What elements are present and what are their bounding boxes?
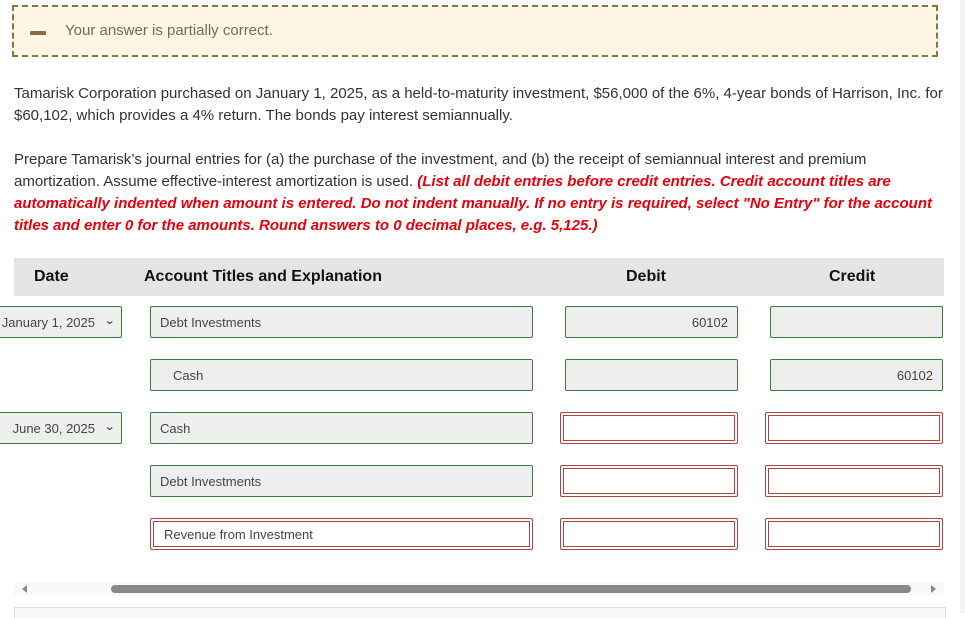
credit-field-row-4[interactable]: [765, 465, 943, 497]
account-field-row-2[interactable]: Cash: [150, 359, 533, 391]
date-value: January 1, 2025: [1, 315, 95, 330]
journal-table-header: Date Account Titles and Explanation Debi…: [14, 258, 944, 296]
credit-field-row-1[interactable]: [770, 306, 943, 338]
account-field-row-3[interactable]: Cash: [150, 412, 533, 444]
debit-field-row-2[interactable]: [565, 359, 738, 391]
chevron-down-icon: ⌄: [103, 421, 116, 433]
debit-field-row-5[interactable]: [560, 518, 738, 550]
credit-field-row-3[interactable]: [765, 412, 943, 444]
account-field-row-4[interactable]: Debt Investments: [150, 465, 533, 497]
page-right-gutter: [960, 0, 965, 613]
feedback-banner: Your answer is partially correct.: [12, 5, 938, 57]
horizontal-scrollbar[interactable]: [14, 582, 944, 596]
instructions: Prepare Tamarisk’s journal entries for (…: [14, 149, 944, 237]
scroll-left-arrow-icon[interactable]: [22, 585, 27, 593]
header-account: Account Titles and Explanation: [144, 268, 382, 285]
header-credit: Credit: [829, 268, 876, 285]
partially-correct-icon: [30, 31, 46, 35]
debit-field-row-4[interactable]: [560, 465, 738, 497]
account-field-row-5[interactable]: Revenue from Investment: [150, 518, 533, 550]
scroll-right-arrow-icon[interactable]: [931, 585, 936, 593]
scrollbar-thumb[interactable]: [111, 585, 911, 593]
credit-field-row-5[interactable]: [765, 518, 943, 550]
date-value: June 30, 2025: [12, 421, 95, 436]
debit-field-row-3[interactable]: [560, 412, 738, 444]
problem-statement: Tamarisk Corporation purchased on Januar…: [14, 85, 943, 124]
chevron-down-icon: ⌄: [103, 315, 116, 327]
header-debit: Debit: [626, 268, 666, 285]
credit-field-row-2[interactable]: 60102: [770, 359, 943, 391]
debit-field-row-1[interactable]: 60102: [565, 306, 738, 338]
date-select-row-1[interactable]: January 1, 2025 ⌄: [0, 306, 122, 338]
feedback-message: Your answer is partially correct.: [65, 22, 273, 39]
header-date: Date: [34, 268, 69, 285]
account-field-row-1[interactable]: Debt Investments: [150, 306, 533, 338]
date-select-row-3[interactable]: June 30, 2025 ⌄: [0, 412, 122, 444]
